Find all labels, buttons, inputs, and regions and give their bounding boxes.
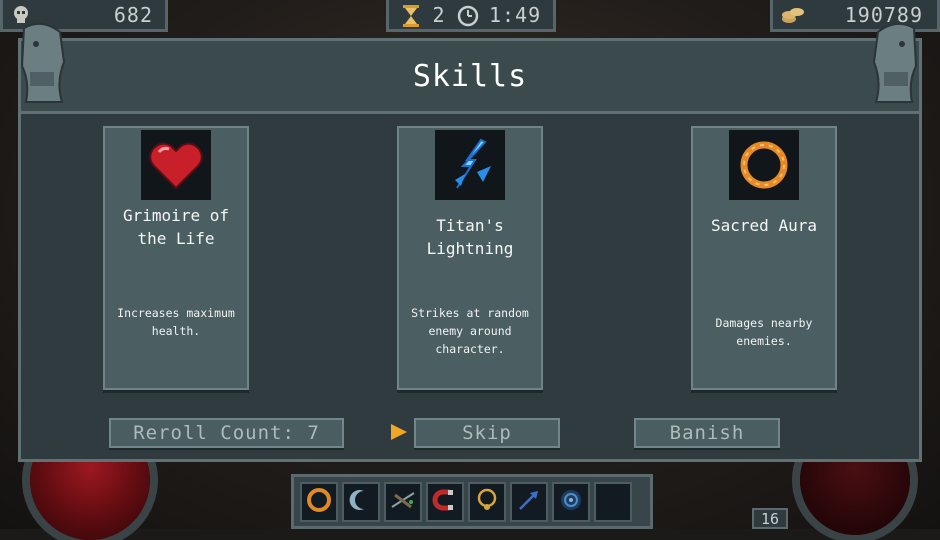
sacred-aura-icon	[306, 487, 332, 517]
lightning-icon	[435, 130, 505, 200]
skill-slot-arrow[interactable]	[510, 481, 548, 522]
crossbow-icon	[389, 487, 417, 517]
skill-card-sacred-aura[interactable]: Sacred Aura Damages nearby enemies.	[691, 126, 837, 390]
dialog-header: Skills	[21, 41, 919, 114]
timer: 1:49	[488, 2, 542, 27]
necklace-icon	[474, 487, 500, 517]
aura-ring-icon	[729, 130, 799, 200]
crescent-icon	[348, 487, 374, 517]
magnet-icon	[432, 487, 458, 517]
reroll-button[interactable]: Reroll Count: 7	[109, 418, 344, 448]
skill-description: Strikes at random enemy around character…	[411, 306, 529, 356]
skill-slot-vortex[interactable]	[552, 481, 590, 522]
skill-slot-necklace[interactable]	[468, 481, 506, 522]
dialog-title: Skills	[412, 58, 528, 94]
clock-icon	[457, 5, 479, 26]
skill-card-grimoire-of-the-life[interactable]: Grimoire of the Life Increases maximum h…	[103, 126, 249, 390]
skill-name: Grimoire of the Life	[123, 206, 229, 248]
selection-arrow-icon	[391, 424, 407, 440]
equipped-skills-bar	[291, 474, 653, 529]
skill-description: Damages nearby enemies.	[715, 316, 813, 348]
skill-slot-crossbow[interactable]	[384, 481, 422, 522]
gargoyle-ornament-left	[16, 22, 68, 106]
banish-button[interactable]: Banish	[634, 418, 780, 448]
vortex-icon	[558, 487, 584, 517]
skill-card-titans-lightning[interactable]: Titan's Lightning Strikes at random enem…	[397, 126, 543, 390]
kill-count: 682	[113, 2, 153, 27]
arrow-icon	[516, 487, 542, 517]
skill-name: Titan's Lightning	[426, 216, 514, 258]
skill-name: Sacred Aura	[711, 216, 817, 235]
skill-slot-sacred-aura[interactable]	[300, 481, 338, 522]
heart-icon	[141, 130, 211, 200]
wave-number: 2	[432, 2, 446, 27]
skill-description: Increases maximum health.	[117, 306, 235, 338]
skip-button[interactable]: Skip	[414, 418, 560, 448]
hourglass-icon	[401, 4, 421, 27]
skill-slot-crescent[interactable]	[342, 481, 380, 522]
player-level: 16	[752, 508, 788, 529]
coins-icon	[781, 5, 804, 25]
gargoyle-ornament-right	[870, 22, 922, 106]
wave-timer: 2 1:49	[386, 0, 556, 32]
skill-slot-empty[interactable]	[594, 481, 632, 522]
skill-slot-magnet[interactable]	[426, 481, 464, 522]
